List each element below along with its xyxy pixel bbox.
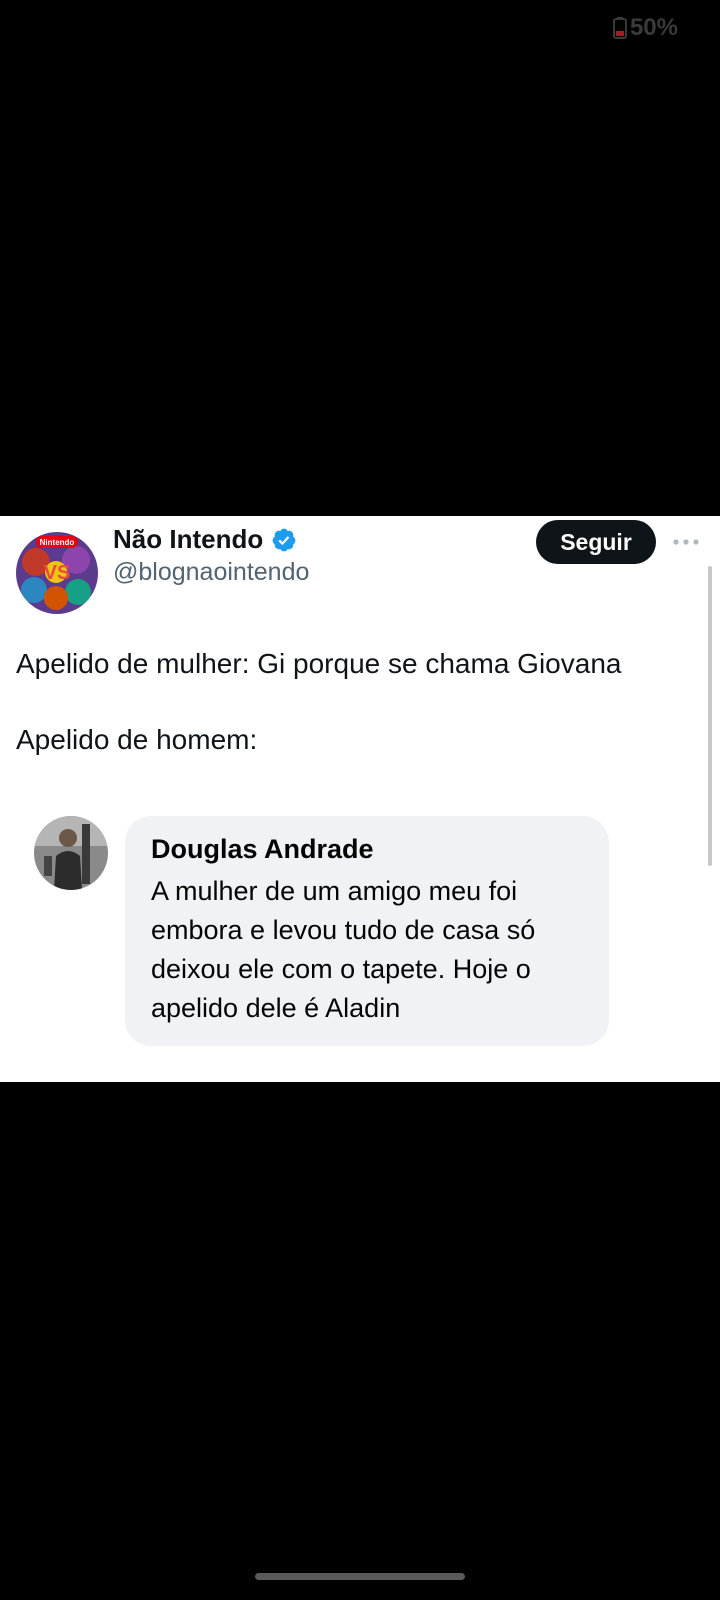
author-handle[interactable]: @blognaointendo	[113, 558, 309, 587]
home-indicator[interactable]	[255, 1573, 465, 1580]
comment-bubble: Douglas Andrade A mulher de um amigo meu…	[125, 816, 609, 1046]
tweet-text: Apelido de mulher: Gi porque se chama Gi…	[16, 646, 706, 758]
comment-text-line: A mulher de um amigo meu foi	[151, 876, 518, 906]
more-options-icon[interactable]	[672, 534, 700, 545]
verified-badge-icon	[271, 527, 297, 553]
embedded-comment-image[interactable]: Douglas Andrade A mulher de um amigo meu…	[30, 816, 630, 1056]
comment-text-line: apelido dele é Aladin	[151, 993, 401, 1023]
comment-text-line: deixou ele com o tapete. Hoje o	[151, 954, 531, 984]
scrollbar[interactable]	[708, 566, 712, 866]
tweet-text-line: Apelido de mulher: Gi porque se chama Gi…	[16, 648, 622, 679]
tweet-text-line: Apelido de homem:	[16, 724, 258, 755]
author-name[interactable]: Não Intendo	[113, 524, 263, 555]
screen: 50% VS Nintendo Não Intendo @blognaointe…	[0, 0, 720, 1600]
svg-text:VS: VS	[44, 562, 71, 584]
comment-text-line: embora e levou tudo de casa só	[151, 915, 536, 945]
tweet-card[interactable]: VS Nintendo Não Intendo @blognaointendo …	[0, 516, 720, 1082]
author-avatar[interactable]: VS Nintendo	[16, 532, 98, 614]
comment-author: Douglas Andrade	[151, 834, 374, 864]
battery-low-icon	[612, 17, 627, 39]
follow-button[interactable]: Seguir	[536, 520, 656, 564]
comment-avatar	[34, 816, 108, 890]
battery-indicator: 50%	[612, 14, 678, 42]
comment-text: A mulher de um amigo meu foi embora e le…	[151, 872, 591, 1028]
avatar-logo-text: Nintendo	[40, 538, 75, 547]
status-bar: 50%	[0, 0, 720, 60]
author-name-row: Não Intendo	[113, 524, 297, 555]
battery-percentage: 50%	[629, 14, 678, 41]
